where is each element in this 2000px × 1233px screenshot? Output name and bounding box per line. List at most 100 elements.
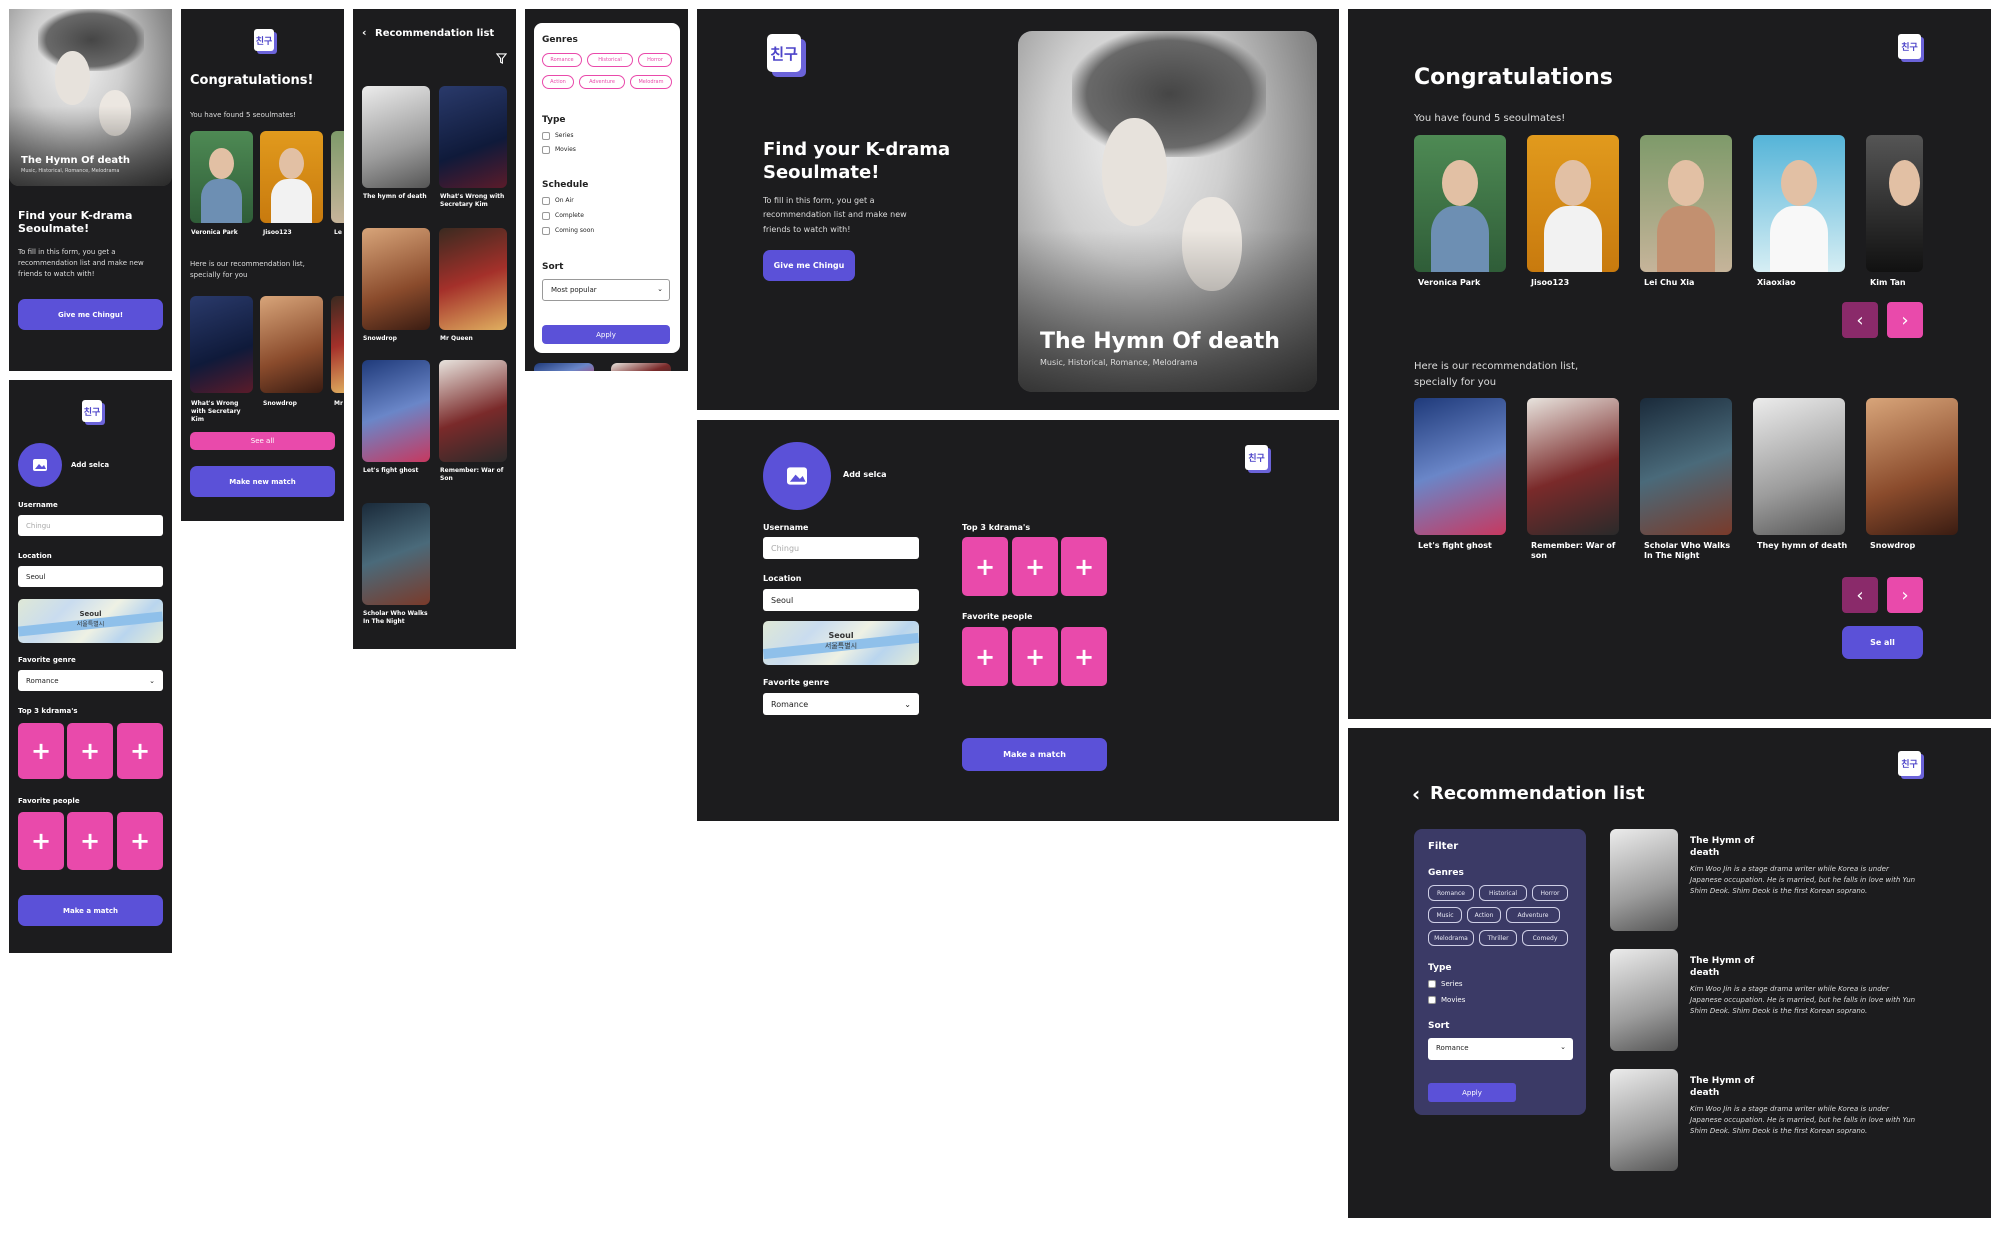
show-poster[interactable] [1414, 398, 1506, 535]
make-match-button[interactable]: Make a match [962, 738, 1107, 771]
rec-item-poster[interactable] [1610, 1069, 1678, 1171]
location-map[interactable]: Seoul 서울특별시 [763, 621, 919, 665]
show-poster[interactable] [439, 86, 507, 188]
genre-chip[interactable]: Melodrama [1428, 930, 1474, 946]
apply-button[interactable]: Apply [1428, 1083, 1516, 1102]
genre-chip[interactable]: Melodram [630, 75, 672, 89]
back-chevron-icon[interactable]: ‹ [362, 26, 367, 39]
series-checkbox[interactable] [1428, 980, 1436, 988]
see-all-button[interactable]: Se all [1842, 626, 1923, 659]
genre-chip[interactable]: Adventure [1506, 907, 1560, 923]
genre-select[interactable]: Romance ⌄ [763, 693, 919, 715]
add-kdrama-button[interactable]: + [1012, 537, 1058, 596]
apply-button[interactable]: Apply [542, 325, 670, 344]
genre-chip[interactable]: Romance [1428, 885, 1474, 901]
location-input[interactable]: Seoul [18, 566, 163, 587]
add-person-button[interactable]: + [1061, 627, 1107, 686]
add-person-button[interactable]: + [117, 812, 163, 870]
add-kdrama-button[interactable]: + [1061, 537, 1107, 596]
person-card[interactable] [190, 131, 253, 223]
genre-chip[interactable]: Romance [542, 53, 582, 67]
logo-icon[interactable]: 친구 [1245, 445, 1268, 470]
genre-chip[interactable]: Historical [587, 53, 633, 67]
rec-item-title[interactable]: The Hymn of death [1690, 1076, 1760, 1099]
person-card[interactable] [1640, 135, 1732, 272]
see-all-button[interactable]: See all [190, 432, 335, 450]
genre-chip[interactable]: Adventure [579, 75, 625, 89]
sort-select[interactable]: Most popular ⌄ [542, 279, 670, 301]
filter-icon[interactable] [496, 53, 507, 64]
genre-chip[interactable]: Horror [1532, 885, 1568, 901]
logo-icon[interactable]: 친구 [254, 29, 274, 51]
show-poster[interactable] [1527, 398, 1619, 535]
person-card[interactable] [1527, 135, 1619, 272]
genre-chip[interactable]: Horror [638, 53, 672, 67]
person-card[interactable] [1866, 135, 1923, 272]
genre-chip[interactable]: Historical [1479, 885, 1527, 901]
genre-chip[interactable]: Action [1467, 907, 1501, 923]
genre-chip[interactable]: Comedy [1522, 930, 1568, 946]
show-poster[interactable] [1866, 398, 1958, 535]
rec-item-title[interactable]: The Hymn of death [1690, 836, 1760, 859]
show-poster[interactable] [362, 86, 430, 188]
coming-soon-checkbox[interactable] [542, 227, 550, 235]
show-poster[interactable] [362, 360, 430, 462]
rec-item-title[interactable]: The Hymn of death [1690, 956, 1760, 979]
add-kdrama-button[interactable]: + [18, 723, 64, 779]
hero-poster[interactable]: The Hymn Of death Music, Historical, Rom… [9, 9, 172, 186]
series-checkbox[interactable] [542, 132, 550, 140]
show-poster[interactable] [190, 296, 253, 393]
make-match-button[interactable]: Make a match [18, 895, 163, 926]
add-person-button[interactable]: + [18, 812, 64, 870]
logo-icon[interactable]: 친구 [82, 400, 102, 422]
person-card[interactable] [260, 131, 323, 223]
show-poster[interactable] [260, 296, 323, 393]
location-label: Location [763, 574, 802, 583]
show-poster[interactable] [1640, 398, 1732, 535]
genre-chip[interactable]: Action [542, 75, 574, 89]
sort-select[interactable]: Romance ⌄ [1428, 1038, 1573, 1060]
next-arrow-button[interactable]: › [1887, 302, 1923, 338]
person-card[interactable] [331, 131, 344, 223]
add-person-button[interactable]: + [1012, 627, 1058, 686]
location-input[interactable]: Seoul [763, 589, 919, 611]
give-me-chingu-button[interactable]: Give me Chingu! [18, 299, 163, 330]
add-selca-button[interactable] [763, 442, 831, 510]
add-selca-button[interactable] [18, 443, 62, 487]
logo-icon[interactable]: 친구 [1898, 751, 1921, 776]
add-kdrama-button[interactable]: + [67, 723, 113, 779]
show-poster[interactable] [439, 228, 507, 330]
prev-arrow-button[interactable]: ‹ [1842, 302, 1878, 338]
rec-item-poster[interactable] [1610, 949, 1678, 1051]
person-card[interactable] [1414, 135, 1506, 272]
genre-chip[interactable]: Thriller [1479, 930, 1517, 946]
username-input[interactable]: Chingu [18, 515, 163, 536]
show-poster[interactable] [362, 503, 430, 605]
movies-checkbox[interactable] [542, 146, 550, 154]
show-poster[interactable] [362, 228, 430, 330]
show-poster[interactable] [331, 296, 344, 393]
person-card[interactable] [1753, 135, 1845, 272]
hero-poster[interactable]: The Hymn Of death Music, Historical, Rom… [1018, 31, 1317, 392]
genre-chip[interactable]: Music [1428, 907, 1462, 923]
add-person-button[interactable]: + [962, 627, 1008, 686]
complete-checkbox[interactable] [542, 212, 550, 220]
back-chevron-icon[interactable]: ‹ [1412, 782, 1420, 806]
onair-checkbox[interactable] [542, 197, 550, 205]
add-person-button[interactable]: + [67, 812, 113, 870]
logo-icon[interactable]: 친구 [767, 34, 801, 72]
rec-item-poster[interactable] [1610, 829, 1678, 931]
add-kdrama-button[interactable]: + [117, 723, 163, 779]
movies-checkbox[interactable] [1428, 996, 1436, 1004]
genre-select[interactable]: Romance ⌄ [18, 670, 163, 691]
logo-icon[interactable]: 친구 [1898, 34, 1921, 59]
prev-arrow-button[interactable]: ‹ [1842, 577, 1878, 613]
username-input[interactable]: Chingu [763, 537, 919, 559]
next-arrow-button[interactable]: › [1887, 577, 1923, 613]
location-map[interactable]: Seoul 서울특별시 [18, 599, 163, 643]
show-poster[interactable] [439, 360, 507, 462]
make-new-match-button[interactable]: Make new match [190, 466, 335, 497]
add-kdrama-button[interactable]: + [962, 537, 1008, 596]
show-poster[interactable] [1753, 398, 1845, 535]
give-me-chingu-button[interactable]: Give me Chingu [763, 250, 855, 281]
